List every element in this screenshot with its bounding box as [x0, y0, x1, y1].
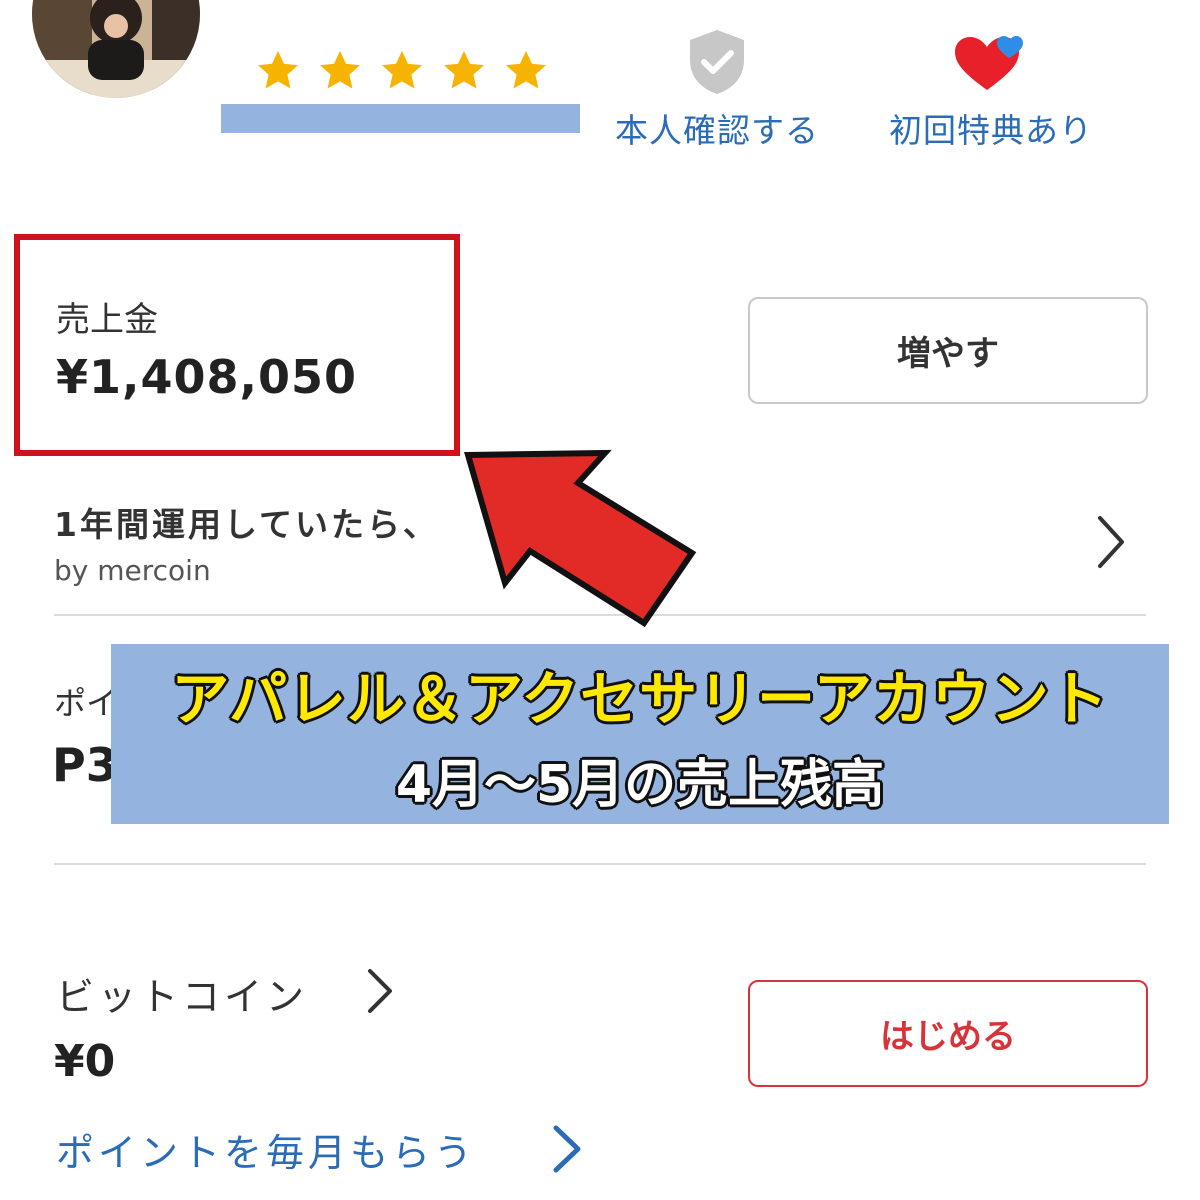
red-arrow-annotation: [464, 449, 697, 628]
sales-highlight-box: [14, 234, 460, 456]
star-icon: [506, 50, 546, 89]
star-icon: [382, 50, 422, 89]
heart-icon: [955, 36, 1023, 90]
overlay-caption-banner: アパレル＆アクセサリーアカウント 4月〜5月の売上残高: [111, 644, 1169, 824]
first-time-bonus-badge[interactable]: 初回特典あり: [866, 28, 1116, 152]
chevron-right-icon: [1098, 516, 1124, 568]
star-icon: [444, 50, 484, 89]
bitcoin-label[interactable]: ビットコイン: [56, 966, 308, 1021]
username-redaction-bar: [221, 104, 580, 133]
increase-button[interactable]: 増やす: [748, 297, 1148, 404]
monthly-points-link[interactable]: ポイントを毎月もらう: [56, 1122, 476, 1177]
investment-title: 1年間運用していたら、: [54, 505, 439, 544]
points-amount: P3: [52, 738, 118, 792]
points-label: ポイ: [54, 684, 119, 722]
rating-stars: [255, 48, 549, 98]
star-icon: [258, 50, 298, 89]
sales-label: 売上金: [56, 300, 158, 340]
bitcoin-amount: ¥0: [54, 1036, 116, 1087]
overlay-caption-line-1: アパレル＆アクセサリーアカウント: [171, 664, 1109, 733]
chevron-right-icon[interactable]: [548, 1122, 584, 1176]
identity-verify-label: 本人確認する: [615, 111, 819, 150]
sales-amount: ¥1,408,050: [56, 350, 358, 404]
avatar[interactable]: [32, 0, 200, 98]
identity-verify-badge[interactable]: 本人確認する: [592, 28, 842, 152]
star-icon: [320, 50, 360, 89]
divider: [54, 863, 1146, 865]
start-bitcoin-button[interactable]: はじめる: [748, 980, 1148, 1087]
investment-subtitle: by mercoin: [54, 554, 211, 587]
chevron-right-icon[interactable]: [362, 966, 396, 1016]
shield-check-icon: [690, 30, 744, 94]
overlay-caption-line-2: 4月〜5月の売上残高: [395, 754, 885, 815]
first-time-bonus-label: 初回特典あり: [889, 111, 1093, 150]
